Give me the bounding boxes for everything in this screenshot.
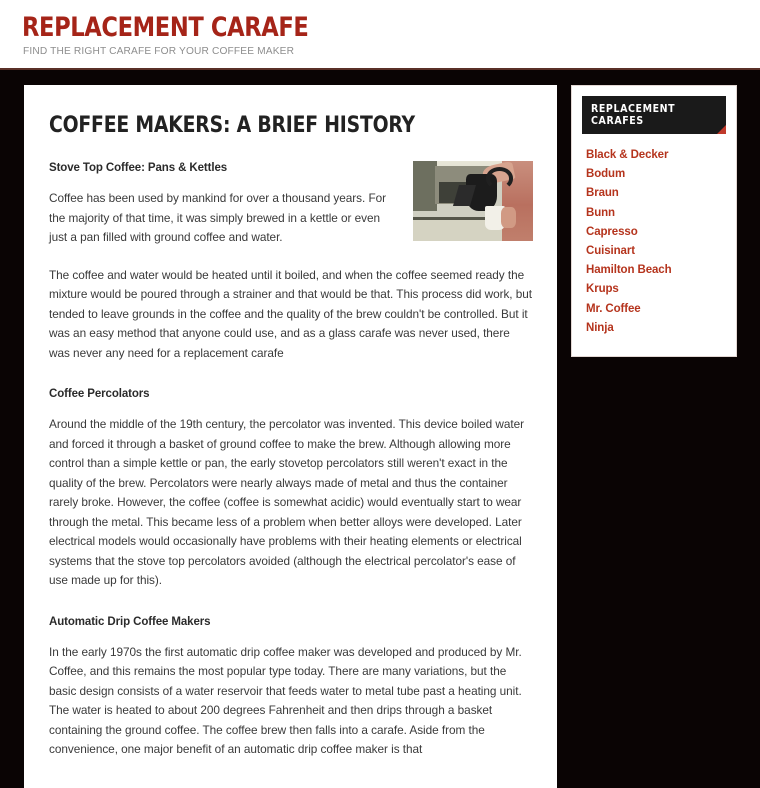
image-hand [500, 207, 517, 229]
list-item: Black & Decker [586, 146, 726, 165]
list-item: Krups [586, 280, 726, 299]
main-content-panel: Coffee Makers: A Brief History Stove Top… [24, 85, 557, 788]
sidebar-link-krups[interactable]: Krups [586, 280, 726, 299]
site-masthead: Replacement Carafe Find the right carafe… [0, 0, 760, 70]
sidebar-link-capresso[interactable]: Capresso [586, 223, 726, 242]
sidebar-link-hamilton-beach[interactable]: Hamilton Beach [586, 261, 726, 280]
paragraph: In the early 1970s the first automatic d… [49, 644, 522, 757]
list-item: Mr. Coffee [586, 300, 726, 319]
sidebar-link-ninja[interactable]: Ninja [586, 319, 726, 338]
image-carafe-handle [486, 167, 514, 190]
section-heading-automatic-drip: Automatic Drip Coffee Makers [49, 615, 211, 628]
section-heading-percolators: Coffee Percolators [49, 388, 150, 400]
list-item: Bodum [586, 165, 726, 184]
image-wall [413, 161, 437, 211]
corner-accent-triangle-icon [717, 125, 726, 134]
sidebar-link-bodum[interactable]: Bodum [586, 165, 726, 184]
list-item: Hamilton Beach [586, 261, 726, 280]
sidebar-link-braun[interactable]: Braun [586, 184, 726, 203]
page-title: Coffee Makers: A Brief History [49, 113, 415, 138]
list-item: Braun [586, 184, 726, 203]
paragraph: Around the middle of the 19th century, t… [49, 417, 524, 587]
brand-list: Black & Decker Bodum Braun Bunn Capresso… [582, 146, 726, 338]
sidebar: Replacement Carafes Black & Decker Bodum… [571, 85, 737, 358]
sidebar-widget-title-label: Replacement Carafes [591, 103, 676, 127]
page-body: Coffee Makers: A Brief History Stove Top… [0, 70, 760, 788]
list-item: Cuisinart [586, 242, 726, 261]
list-item: Bunn [586, 204, 726, 223]
sidebar-widget-title: Replacement Carafes [582, 96, 726, 134]
sidebar-link-bunn[interactable]: Bunn [586, 204, 726, 223]
sidebar-link-black-and-decker[interactable]: Black & Decker [586, 146, 726, 165]
article-thumbnail-image [413, 161, 533, 241]
sidebar-link-mr-coffee[interactable]: Mr. Coffee [586, 300, 726, 319]
list-item: Capresso [586, 223, 726, 242]
site-tagline: Find the right carafe for your coffee ma… [23, 45, 295, 57]
sidebar-link-cuisinart[interactable]: Cuisinart [586, 242, 726, 261]
site-logo[interactable]: Replacement Carafe [22, 14, 309, 41]
paragraph: The coffee and water would be heated unt… [49, 267, 533, 360]
list-item: Ninja [586, 319, 726, 338]
